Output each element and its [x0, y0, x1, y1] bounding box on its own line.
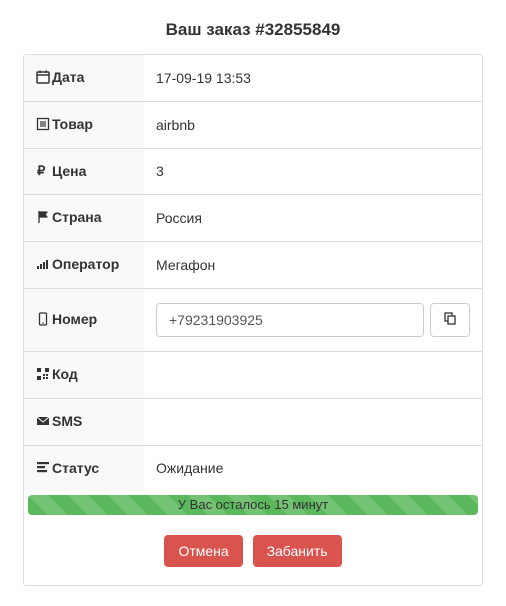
signal-icon	[36, 257, 50, 274]
order-table: Дата 17-09-19 13:53 Товар airbnb	[24, 55, 482, 491]
label-price: Цена	[52, 163, 86, 179]
label-code: Код	[52, 366, 78, 382]
label-operator: Оператор	[52, 256, 119, 272]
row-status: Статус Ожидание	[24, 445, 482, 491]
progress-bar: У Вас осталось 15 минут	[28, 495, 478, 515]
value-product: airbnb	[144, 101, 482, 148]
value-code	[144, 351, 482, 398]
value-price: 3	[144, 148, 482, 195]
copy-button[interactable]	[430, 303, 470, 337]
copy-icon	[443, 311, 457, 328]
button-row: Отмена Забанить	[24, 519, 482, 585]
value-date: 17-09-19 13:53	[144, 55, 482, 101]
phone-icon	[36, 312, 50, 329]
label-product: Товар	[52, 116, 93, 132]
envelope-icon	[36, 414, 50, 431]
value-status: Ожидание	[144, 445, 482, 491]
value-operator: Мегафон	[144, 242, 482, 289]
value-country: Россия	[144, 195, 482, 242]
label-date: Дата	[52, 69, 84, 85]
flag-icon	[36, 210, 50, 227]
row-product: Товар airbnb	[24, 101, 482, 148]
label-number: Номер	[52, 311, 97, 327]
number-input[interactable]	[156, 303, 424, 337]
progress-container: У Вас осталось 15 минут	[24, 491, 482, 519]
value-sms	[144, 398, 482, 445]
row-number: Номер	[24, 288, 482, 351]
cancel-button[interactable]: Отмена	[164, 535, 242, 567]
order-panel: Дата 17-09-19 13:53 Товар airbnb	[23, 54, 483, 586]
row-operator: Оператор Мегафон	[24, 242, 482, 289]
row-country: Страна Россия	[24, 195, 482, 242]
label-sms: SMS	[52, 413, 82, 429]
calendar-icon	[36, 70, 50, 87]
row-code: Код	[24, 351, 482, 398]
row-sms: SMS	[24, 398, 482, 445]
ban-button[interactable]: Забанить	[253, 535, 342, 567]
svg-text:₽: ₽	[37, 163, 46, 177]
row-date: Дата 17-09-19 13:53	[24, 55, 482, 101]
list-icon	[36, 117, 50, 134]
tasks-icon	[36, 460, 50, 477]
order-title: Ваш заказ #32855849	[23, 20, 483, 40]
qrcode-icon	[36, 367, 50, 384]
ruble-icon: ₽	[36, 163, 50, 180]
row-price: ₽ Цена 3	[24, 148, 482, 195]
label-country: Страна	[52, 209, 102, 225]
label-status: Статус	[52, 460, 99, 476]
